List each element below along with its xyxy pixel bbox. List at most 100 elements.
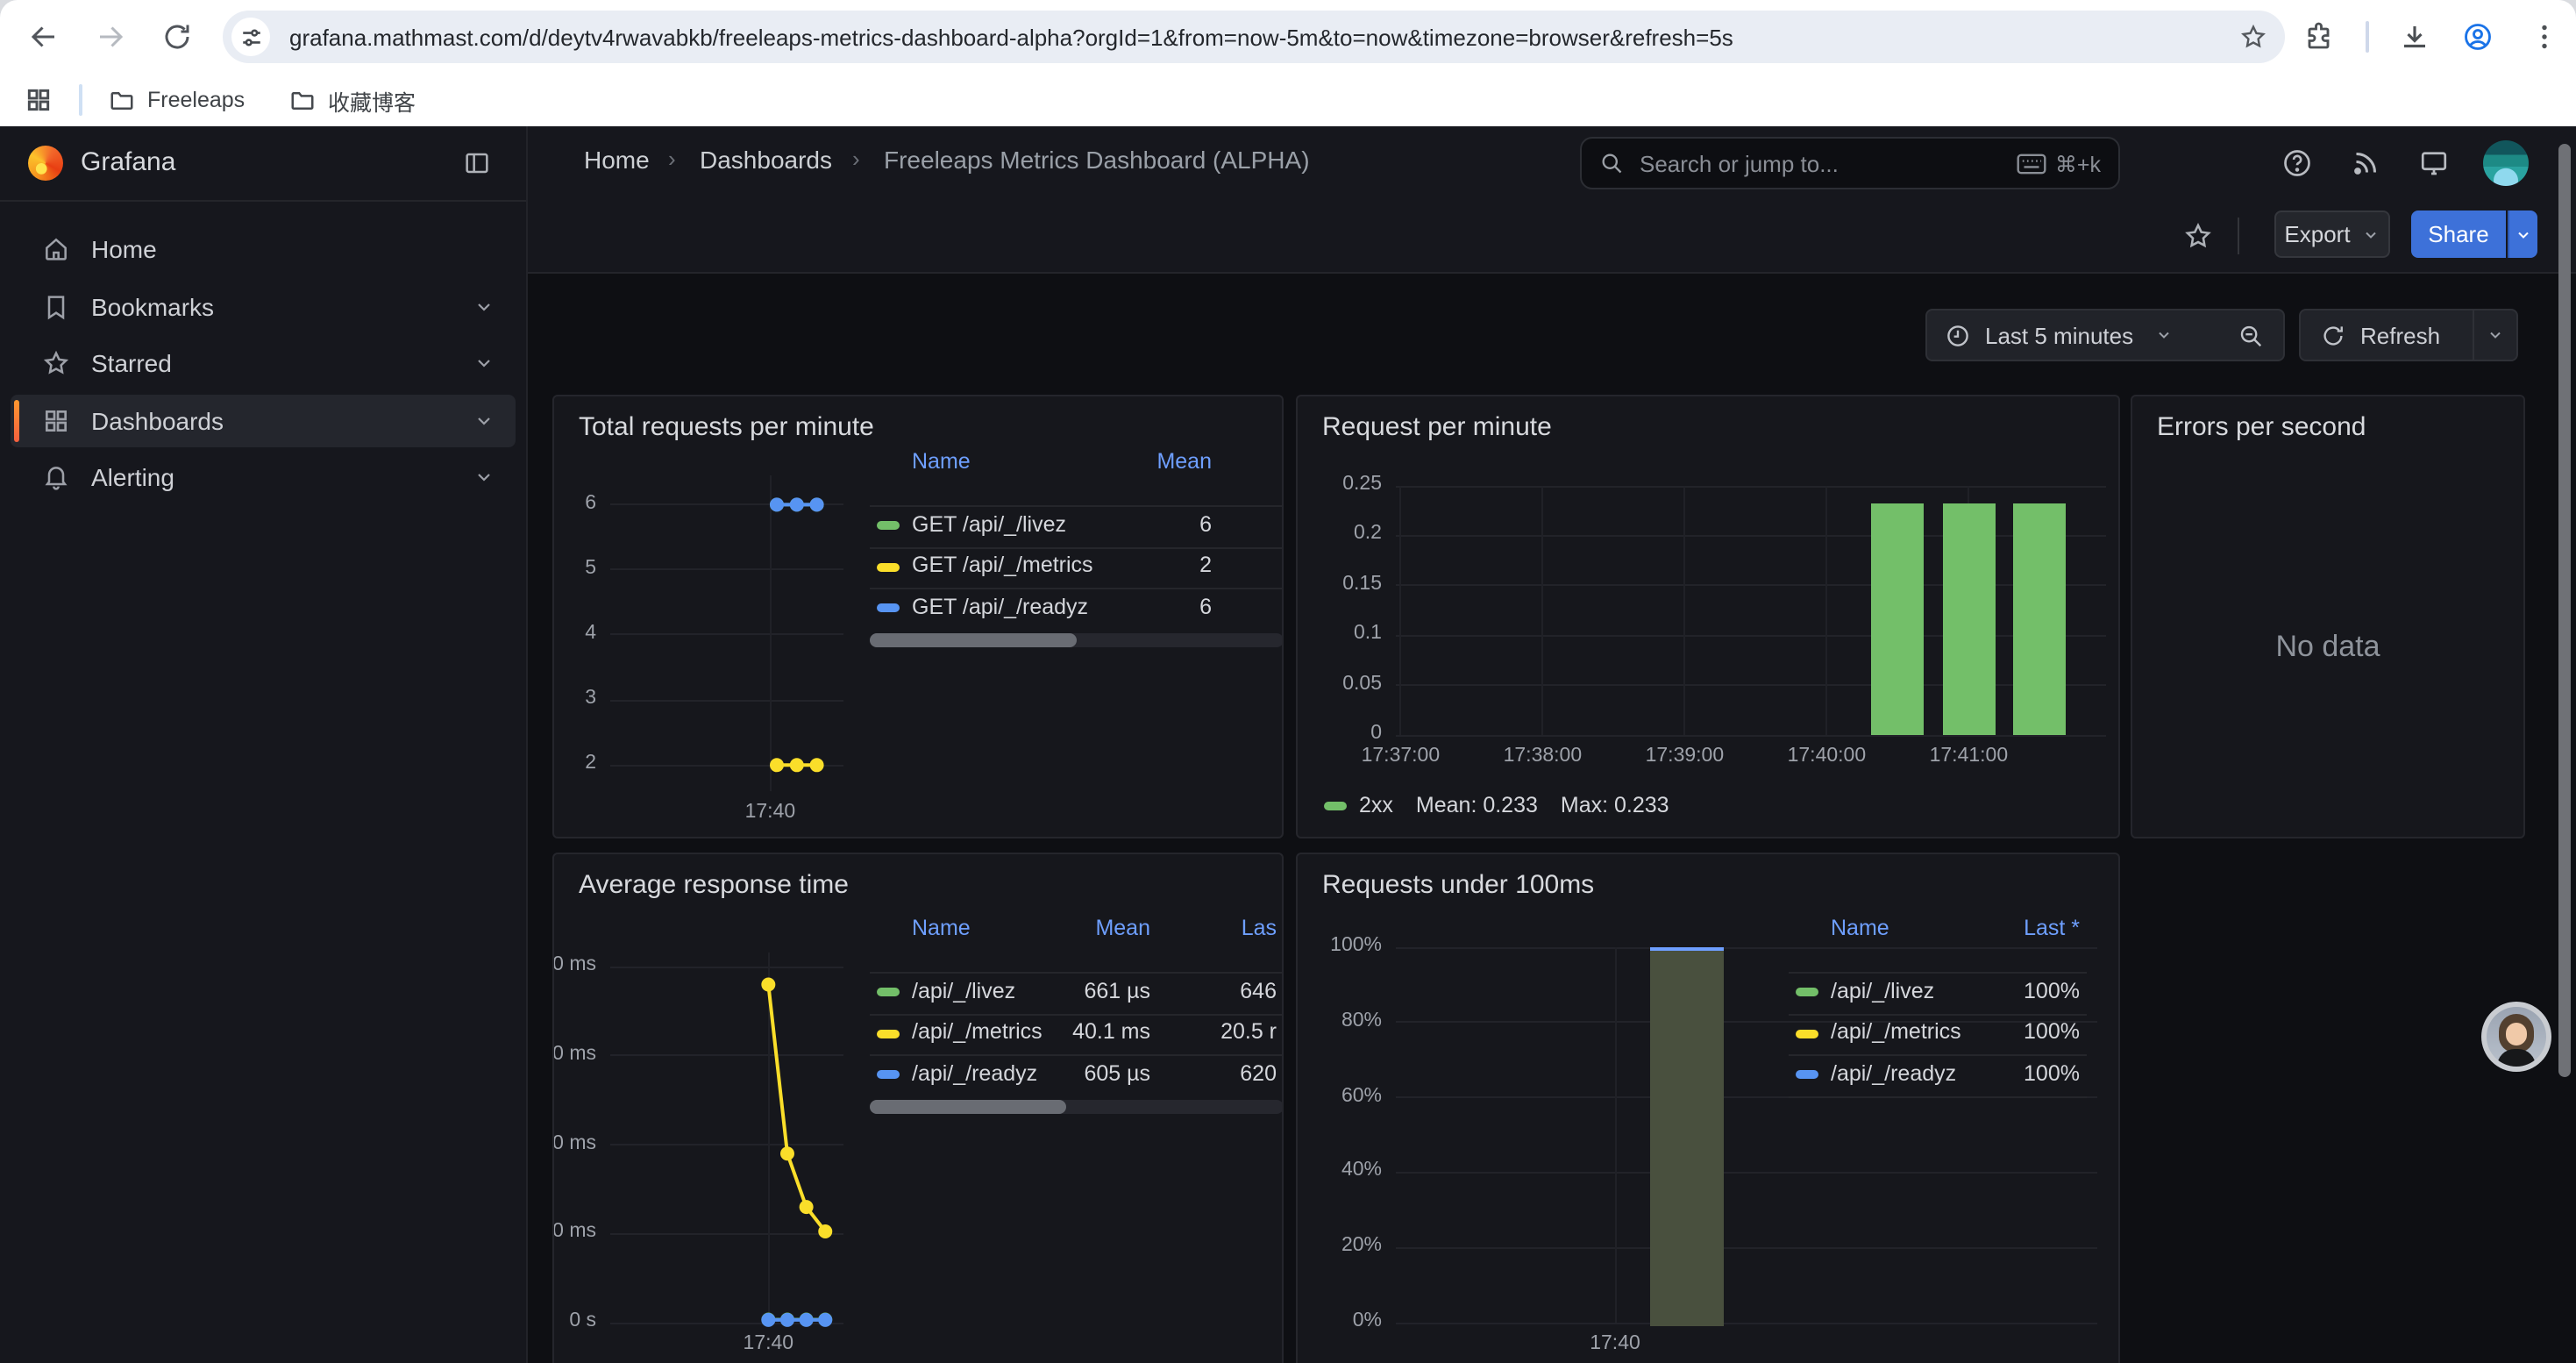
- refresh-interval-button[interactable]: [2473, 309, 2518, 361]
- panel-average-response-time: Average response time 80 ms60 ms40 ms20 …: [552, 853, 1284, 1363]
- data-point: [770, 497, 784, 511]
- data-point: [790, 497, 804, 511]
- time-range-label: Last 5 minutes: [1985, 322, 2133, 348]
- chart-bar: [1871, 503, 1924, 735]
- time-range-picker[interactable]: Last 5 minutes: [1925, 309, 2218, 361]
- panel-title[interactable]: Requests under 100ms: [1322, 870, 1594, 900]
- data-point: [810, 497, 824, 511]
- chevron-down-icon[interactable]: [473, 353, 495, 374]
- apps-grid-icon[interactable]: [25, 86, 53, 114]
- panel-title[interactable]: Total requests per minute: [579, 412, 874, 442]
- chevron-down-icon[interactable]: [473, 410, 495, 431]
- profile-icon[interactable]: [2462, 21, 2494, 53]
- panel-title[interactable]: Errors per second: [2157, 412, 2366, 442]
- data-point: [818, 1224, 832, 1238]
- panel-title[interactable]: Request per minute: [1322, 412, 1552, 442]
- rss-icon[interactable]: [2350, 147, 2381, 179]
- search-placeholder: Search or jump to...: [1640, 150, 2017, 176]
- address-bar[interactable]: grafana.mathmast.com/d/deytv4rwavabkb/fr…: [223, 11, 2285, 63]
- panel-chart: 80 ms60 ms40 ms20 ms0 s17:40NameMeanLas/…: [554, 854, 1282, 1363]
- chevron-down-icon: [2515, 225, 2532, 243]
- legend-series-color: [1796, 1071, 1818, 1080]
- chevron-down-icon[interactable]: [473, 296, 495, 317]
- breadcrumb-separator: ›: [668, 146, 676, 172]
- chevron-down-icon[interactable]: [473, 467, 495, 488]
- floating-assistant-avatar[interactable]: [2481, 1002, 2551, 1072]
- breadcrumb-home[interactable]: Home: [584, 146, 650, 174]
- zoom-out-button[interactable]: [2217, 309, 2285, 361]
- data-point: [761, 1313, 775, 1327]
- grafana-logo-icon[interactable]: [28, 146, 63, 181]
- legend-series-name[interactable]: 2xx: [1359, 793, 1393, 817]
- legend-series-name[interactable]: /api/_/livez: [1831, 979, 1934, 1003]
- refresh-button[interactable]: Refresh: [2299, 309, 2474, 361]
- menu-kebab-icon[interactable]: [2529, 21, 2560, 53]
- sidebar-item-home[interactable]: Home: [11, 223, 516, 275]
- data-point: [790, 758, 804, 772]
- forward-icon[interactable]: [95, 21, 126, 53]
- share-menu-button[interactable]: [2508, 211, 2537, 258]
- search-input[interactable]: Search or jump to... ⌘+k: [1580, 137, 2120, 189]
- back-icon[interactable]: [28, 21, 60, 53]
- bookmark-icon: [42, 292, 70, 320]
- legend-inline[interactable]: 2xxMean: 0.233Max: 0.233: [1324, 793, 1669, 817]
- export-button[interactable]: Export: [2274, 211, 2390, 258]
- x-gridline: [1399, 486, 1401, 735]
- y-axis-tick-label: 0.05: [1296, 673, 1382, 694]
- bookmark-folder-blogs[interactable]: 收藏博客: [289, 81, 416, 119]
- legend-value: 620: [1119, 1061, 1277, 1086]
- page-scrollbar[interactable]: [2558, 144, 2571, 1077]
- legend-row-divider: [1789, 1054, 2087, 1056]
- dashboards-grid-icon: [42, 406, 70, 434]
- sidebar-item-starred[interactable]: Starred: [11, 337, 516, 389]
- sidebar-item-dashboards[interactable]: Dashboards: [11, 394, 516, 446]
- panel-request-per-minute: Request per minute 0.250.20.150.10.05017…: [1296, 395, 2120, 838]
- legend-scrollbar-thumb[interactable]: [870, 1100, 1066, 1114]
- y-gridline: [1396, 485, 2106, 487]
- legend-series-color: [877, 1030, 900, 1038]
- panel-requests-under-100ms: Requests under 100ms 100%80%60%40%20%0%1…: [1296, 853, 2120, 1363]
- legend-column-header[interactable]: Las: [1119, 916, 1277, 940]
- bookmark-folder-freeleaps[interactable]: Freeleaps: [109, 81, 245, 119]
- folder-icon: [109, 87, 135, 113]
- legend-value: 100%: [1922, 1020, 2080, 1045]
- collapse-sidebar-icon[interactable]: [463, 149, 491, 177]
- legend-value: 20.5 r: [1119, 1020, 1277, 1045]
- y-axis-tick-label: 20%: [1296, 1235, 1382, 1256]
- y-axis-tick-label: 0.1: [1296, 623, 1382, 644]
- sidebar-item-bookmarks[interactable]: Bookmarks: [11, 280, 516, 332]
- favorite-star-icon[interactable]: [2183, 221, 2213, 251]
- legend-column-header[interactable]: Name: [912, 449, 971, 474]
- folder-icon: [289, 87, 316, 113]
- x-axis-tick-label: 17:40:00: [1756, 746, 1896, 767]
- legend-row-divider: [1789, 1013, 2087, 1015]
- user-avatar[interactable]: [2483, 140, 2529, 186]
- monitor-icon[interactable]: [2418, 147, 2450, 179]
- y-axis-tick-label: 0%: [1296, 1310, 1382, 1331]
- controls-divider: [2238, 218, 2239, 254]
- clock-icon: [1945, 322, 1971, 348]
- line-chart: [589, 931, 865, 1344]
- breadcrumb-current: Freeleaps Metrics Dashboard (ALPHA): [884, 146, 1310, 174]
- legend-scrollbar-thumb[interactable]: [870, 633, 1077, 647]
- legend-column-header[interactable]: Name: [1831, 916, 1889, 940]
- panel-title[interactable]: Average response time: [579, 870, 849, 900]
- x-gridline: [1683, 486, 1685, 735]
- extensions-icon[interactable]: [2304, 21, 2336, 53]
- legend-column-header[interactable]: Name: [912, 916, 971, 940]
- series-line: [768, 985, 825, 1232]
- y-axis-tick-label: 0.25: [1296, 474, 1382, 495]
- bookmark-star-icon[interactable]: [2239, 23, 2267, 51]
- legend-row-divider: [870, 505, 1284, 507]
- reload-icon[interactable]: [161, 21, 193, 53]
- legend-column-header[interactable]: Last *: [1922, 916, 2080, 940]
- downloads-icon[interactable]: [2399, 21, 2430, 53]
- zoom-out-icon: [2237, 322, 2263, 348]
- legend-column-header[interactable]: Mean: [1054, 449, 1212, 474]
- legend-series-name[interactable]: GET /api/_/livez: [912, 512, 1066, 537]
- site-settings-icon[interactable]: [231, 18, 270, 56]
- share-button[interactable]: Share: [2411, 211, 2506, 258]
- help-icon[interactable]: [2281, 147, 2313, 179]
- sidebar-item-alerting[interactable]: Alerting: [11, 451, 516, 503]
- breadcrumb-dashboards[interactable]: Dashboards: [700, 146, 832, 174]
